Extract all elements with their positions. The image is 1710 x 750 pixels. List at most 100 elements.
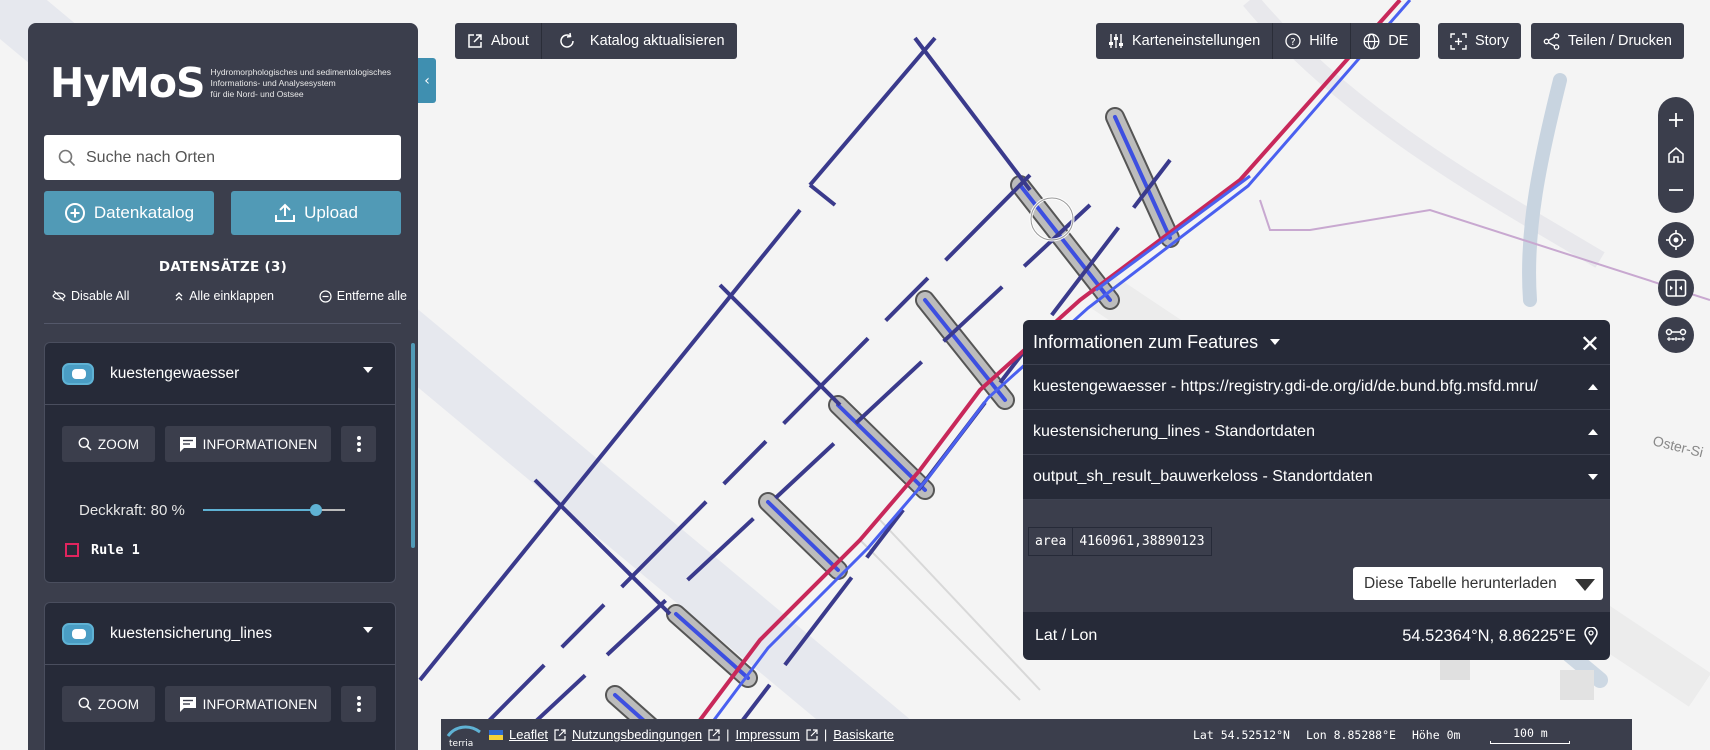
imprint-link[interactable]: Impressum (736, 727, 800, 742)
feature-section-label: output_sh_result_bauwerkeloss - Standort… (1033, 468, 1373, 485)
disable-all-button[interactable]: Disable All (52, 289, 129, 303)
collapse-panel-button[interactable]: ‹ (418, 58, 436, 103)
chevron-down-icon[interactable] (1270, 339, 1281, 345)
layer-info-button[interactable]: INFORMATIONEN (165, 426, 331, 462)
scale-bar: 100 m (1490, 725, 1571, 744)
map-settings-button[interactable]: Karteneinstellungen (1096, 23, 1272, 59)
logo-subtitle-line: für die Nord- und Ostsee (210, 88, 304, 99)
scale-label: 100 m (1513, 725, 1548, 740)
search-input[interactable] (86, 148, 386, 167)
my-location-button[interactable] (1658, 222, 1694, 258)
remove-all-button[interactable]: Entferne alle (319, 289, 407, 303)
collapse-all-button[interactable]: Alle einklappen (174, 289, 274, 303)
toolbar-right: Karteneinstellungen ? Hilfe DE (1096, 23, 1421, 59)
basemap-link[interactable]: Basiskarte (833, 727, 894, 742)
external-link-icon (554, 728, 566, 741)
remove-all-label: Entferne alle (336, 289, 407, 303)
measure-tool-button[interactable] (1658, 317, 1694, 353)
attribute-value: 4160961,38890123 (1072, 527, 1212, 556)
terria-logo: terria (446, 725, 481, 748)
slider-handle[interactable] (310, 504, 323, 516)
upload-label: Upload (304, 203, 358, 222)
plus-circle-icon (64, 203, 85, 223)
feature-attributes: area 4160961,38890123 Diese Tabelle heru… (1023, 500, 1610, 612)
location-search[interactable] (44, 135, 401, 180)
legend-rule-label: Rule 1 (91, 542, 140, 558)
upload-button[interactable]: Upload (231, 191, 401, 235)
refresh-catalog-label: Katalog aktualisieren (589, 33, 725, 49)
layer-card-header[interactable]: kuestensicherung_lines (45, 603, 395, 665)
close-icon[interactable]: ✕ (1580, 330, 1600, 359)
kebab-menu-icon (356, 436, 361, 452)
data-catalog-label: Datenkatalog (93, 203, 195, 222)
separator: | (823, 727, 828, 742)
story-icon (1450, 32, 1467, 50)
zoom-to-layer-button[interactable]: ZOOM (62, 426, 155, 462)
map-pin-icon[interactable] (1584, 627, 1598, 645)
kebab-menu-icon (356, 696, 361, 712)
more-options-button[interactable] (341, 686, 376, 722)
opacity-row: Deckkraft: 80 % (79, 500, 345, 520)
about-label: About (491, 33, 529, 49)
story-button[interactable]: Story (1438, 23, 1521, 59)
compare-icon (1665, 279, 1687, 297)
split-screen-button[interactable] (1658, 270, 1694, 306)
about-button[interactable]: About (455, 23, 541, 59)
share-print-button[interactable]: Teilen / Drucken (1531, 23, 1684, 59)
refresh-catalog-button[interactable]: Katalog aktualisieren (540, 23, 737, 59)
minus-circle-icon (319, 289, 332, 303)
zoom-out-button[interactable] (1658, 173, 1694, 207)
language-button[interactable]: DE (1350, 23, 1420, 59)
chevron-up-icon[interactable] (1588, 429, 1598, 435)
data-catalog-button[interactable]: Datenkatalog (44, 191, 214, 235)
sliders-icon (1109, 34, 1123, 48)
feature-section-label: kuestensicherung_lines - Standortdaten (1033, 423, 1315, 440)
feature-section-label: kuestengewaesser - https://registry.gdi-… (1033, 378, 1538, 395)
ukraine-flag-icon (489, 729, 503, 740)
terms-link[interactable]: Nutzungsbedingungen (572, 727, 702, 742)
refresh-icon (560, 32, 574, 48)
help-icon: ? (1285, 33, 1301, 49)
more-options-button[interactable] (341, 426, 376, 462)
opacity-slider[interactable] (202, 500, 345, 520)
chevron-down-icon[interactable] (363, 367, 373, 373)
zoom-to-layer-button[interactable]: ZOOM (62, 686, 155, 722)
comment-icon (179, 436, 196, 452)
measure-icon (1665, 328, 1687, 341)
workbench-scrollbar[interactable] (411, 343, 415, 548)
upload-icon (275, 203, 296, 222)
svg-text:?: ? (1291, 37, 1296, 48)
globe-icon (1363, 33, 1380, 49)
feature-info-header[interactable]: Informationen zum Features ✕ (1023, 320, 1610, 365)
help-button[interactable]: ? Hilfe (1272, 23, 1350, 59)
feature-section-row[interactable]: kuestengewaesser - https://registry.gdi-… (1023, 365, 1610, 410)
layer-card-header[interactable]: kuestengewaesser (45, 343, 395, 405)
scale-line (1490, 740, 1571, 744)
leaflet-link[interactable]: Leaflet (509, 727, 548, 742)
logo-text: HyMoS (50, 59, 206, 107)
feature-section-row[interactable]: kuestensicherung_lines - Standortdaten (1023, 410, 1610, 455)
table-row: area 4160961,38890123 (1027, 527, 1212, 556)
zoom-in-button[interactable] (1658, 103, 1694, 137)
download-table-select[interactable]: Diese Tabelle herunterladen (1353, 567, 1603, 600)
feature-info-title: Informationen zum Features (1033, 331, 1259, 352)
datasets-title: DATENSÄTZE (3) (158, 259, 288, 275)
divider (44, 323, 401, 324)
toolbar-left: About Katalog aktualisieren (455, 23, 737, 59)
app-logo: HyMoS Hydromorphologisches und sedimento… (50, 53, 411, 113)
layer-visibility-toggle[interactable] (62, 362, 94, 385)
share-print-label: Teilen / Drucken (1568, 33, 1672, 49)
cursor-lat: Lat 54.52512°N (1193, 727, 1290, 742)
logo-subtitle-line: Informations- und Analysesystem (210, 77, 336, 88)
location-footer: Lat / Lon 54.52364°N, 8.86225°E (1023, 612, 1610, 660)
chevron-down-icon[interactable] (363, 627, 373, 633)
layer-visibility-toggle[interactable] (62, 622, 94, 645)
comment-icon (179, 696, 196, 712)
feature-section-row[interactable]: output_sh_result_bauwerkeloss - Standort… (1023, 455, 1610, 500)
dropdown-arrow-icon (1575, 579, 1595, 591)
chevron-up-icon[interactable] (1588, 384, 1598, 390)
chevron-down-icon[interactable] (1588, 474, 1598, 480)
story-label: Story (1475, 33, 1509, 49)
layer-info-button[interactable]: INFORMATIONEN (165, 686, 331, 722)
reset-view-button[interactable] (1658, 138, 1694, 172)
